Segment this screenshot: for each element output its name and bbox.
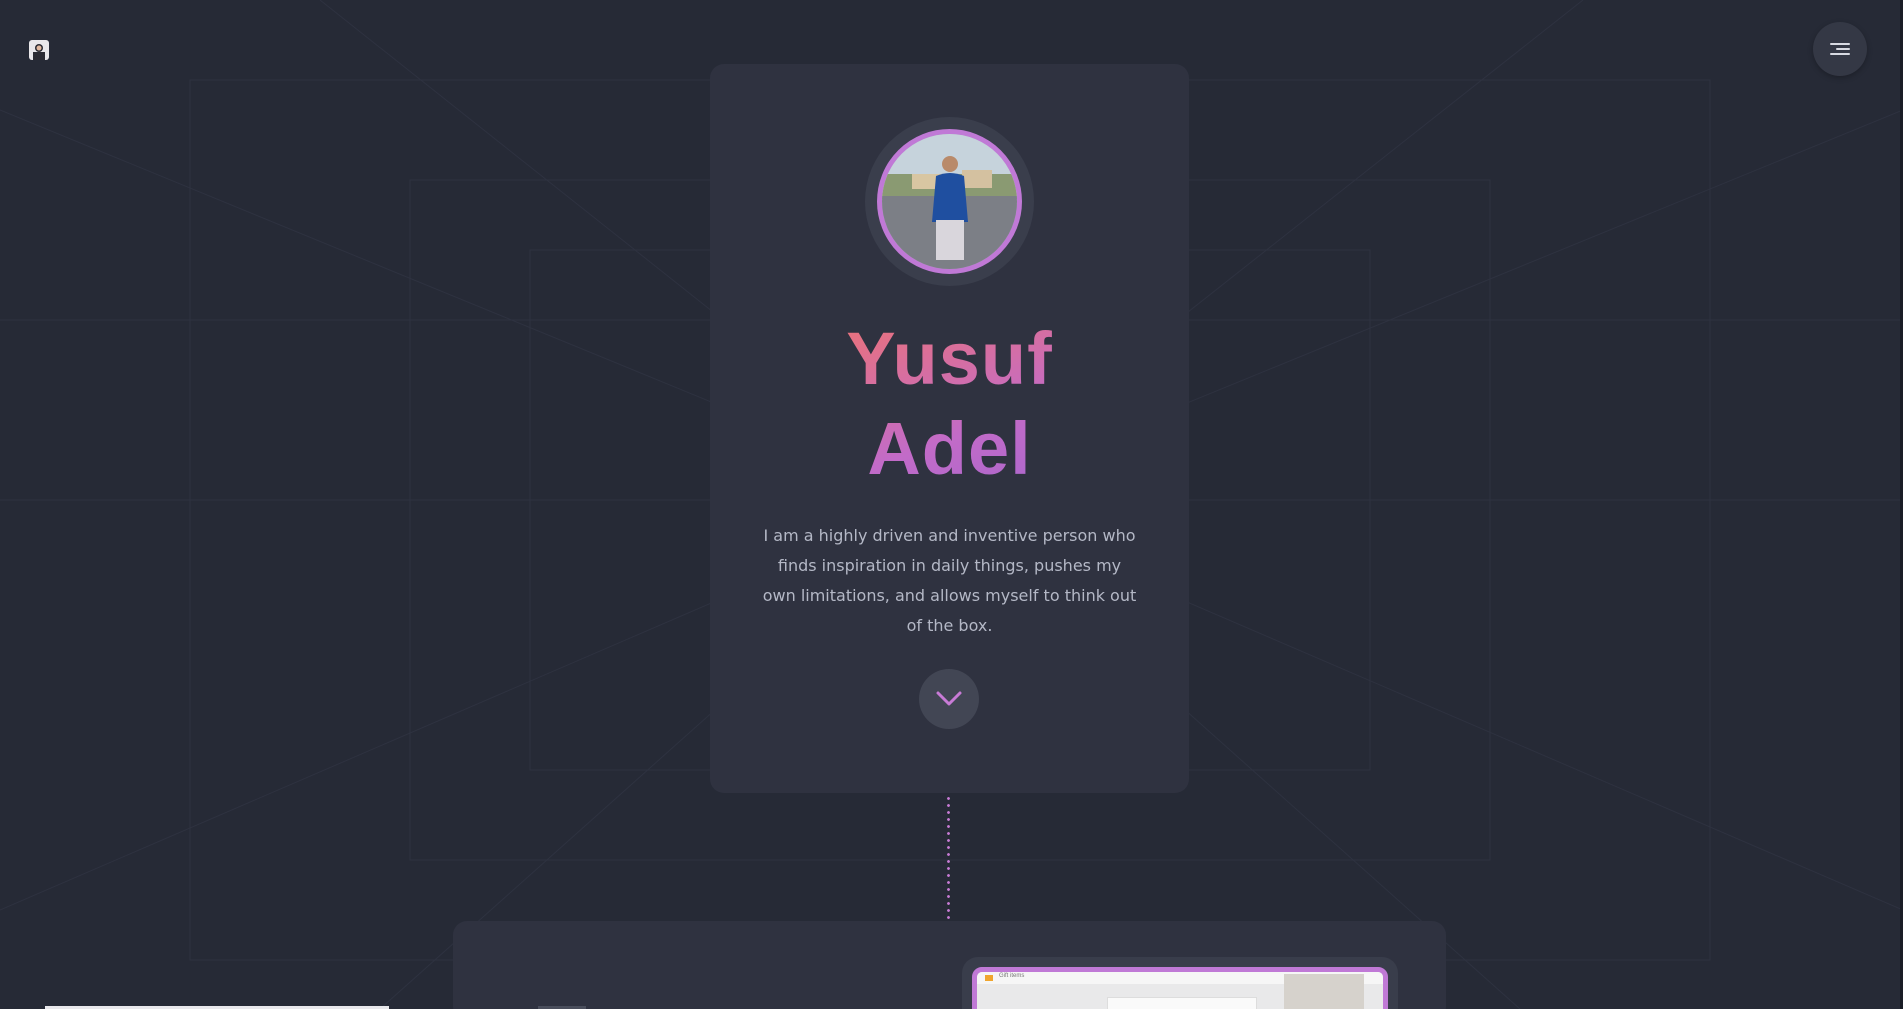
project-preview-frame[interactable]: Gift items	[962, 957, 1398, 1009]
menu-button[interactable]	[1813, 22, 1867, 76]
preview-caption: Gift items	[999, 973, 1025, 979]
hamburger-menu-icon	[1830, 40, 1850, 58]
profile-logo-icon[interactable]	[29, 40, 49, 60]
preview-content-block	[1107, 997, 1257, 1009]
avatar-ring	[865, 117, 1034, 286]
project-preview: Gift items	[972, 967, 1388, 1009]
first-name: Yusuf	[846, 317, 1053, 400]
preview-brand-icon	[985, 975, 993, 981]
section-connector	[947, 795, 950, 919]
bio-text: I am a highly driven and inventive perso…	[762, 526, 1137, 635]
chevron-down-icon	[936, 691, 962, 706]
avatar	[877, 129, 1022, 274]
preview-image	[1284, 974, 1364, 1009]
hero-card: Yusuf Adel I am a highly driven and inve…	[710, 64, 1189, 793]
scroll-down-button[interactable]	[919, 669, 979, 729]
last-name: Adel	[867, 407, 1032, 490]
hero-name: Yusuf Adel	[710, 314, 1189, 494]
